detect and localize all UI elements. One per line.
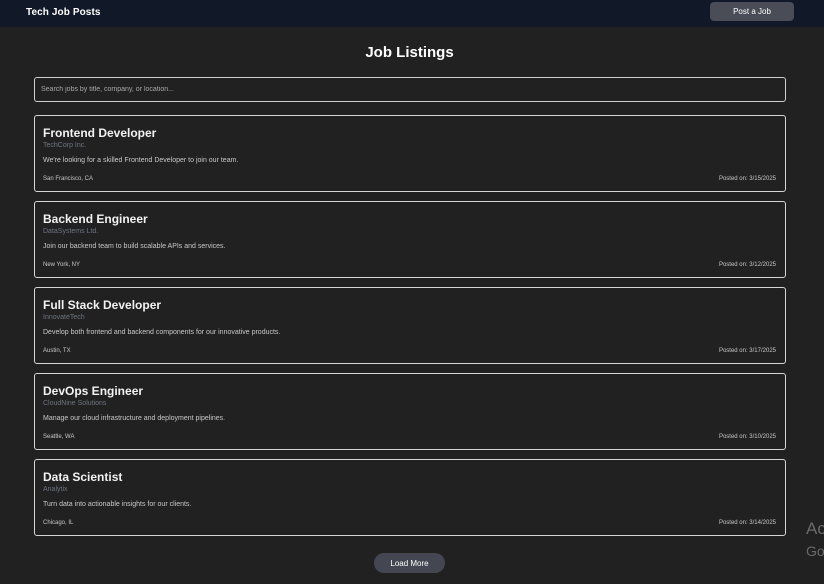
job-card[interactable]: Full Stack Developer InnovateTech Develo… (34, 287, 786, 364)
activation-watermark-line2: Go (806, 543, 824, 559)
top-navbar: Tech Job Posts Post a Job (0, 0, 824, 27)
job-card[interactable]: DevOps Engineer CloudNine Solutions Mana… (34, 373, 786, 450)
job-company: CloudNine Solutions (43, 400, 107, 407)
job-title: Backend Engineer (43, 212, 148, 226)
job-company: InnovateTech (43, 314, 85, 321)
activation-watermark-line1: Ac (806, 519, 824, 538)
job-company: DataSystems Ltd. (43, 228, 99, 235)
post-job-button[interactable]: Post a Job (710, 2, 794, 21)
job-description: Develop both frontend and backend compon… (43, 329, 281, 336)
job-posted-date: Posted on: 3/14/2025 (718, 520, 776, 526)
job-company: TechCorp Inc. (43, 142, 87, 149)
load-more-button[interactable]: Load More (374, 553, 445, 573)
job-location: San Francisco, CA (43, 176, 94, 182)
job-card[interactable]: Backend Engineer DataSystems Ltd. Join o… (34, 201, 786, 278)
job-location: New York, NY (43, 262, 81, 268)
job-company: Analytix (43, 486, 68, 493)
job-title: Data Scientist (43, 470, 123, 484)
job-card[interactable]: Data Scientist Analytix Turn data into a… (34, 459, 786, 536)
job-posted-date: Posted on: 3/15/2025 (718, 176, 776, 182)
job-location: Austin, TX (43, 348, 71, 354)
job-title: DevOps Engineer (43, 384, 144, 398)
job-posted-date: Posted on: 3/10/2025 (718, 434, 776, 440)
brand-title[interactable]: Tech Job Posts (26, 7, 101, 18)
job-description: Join our backend team to build scalable … (43, 243, 226, 250)
job-title: Frontend Developer (43, 126, 157, 140)
job-posted-date: Posted on: 3/17/2025 (718, 348, 776, 354)
job-location: Chicago, IL (43, 520, 74, 526)
job-location: Seattle, WA (43, 434, 75, 440)
search-input[interactable] (34, 77, 786, 102)
job-description: Turn data into actionable insights for o… (43, 501, 192, 508)
job-description: Manage our cloud infrastructure and depl… (43, 415, 226, 422)
page-title: Job Listings (365, 44, 454, 61)
job-posted-date: Posted on: 3/12/2025 (718, 262, 776, 268)
job-description: We're looking for a skilled Frontend Dev… (43, 157, 239, 164)
job-title: Full Stack Developer (43, 298, 162, 312)
job-card[interactable]: Frontend Developer TechCorp Inc. We're l… (34, 115, 786, 192)
